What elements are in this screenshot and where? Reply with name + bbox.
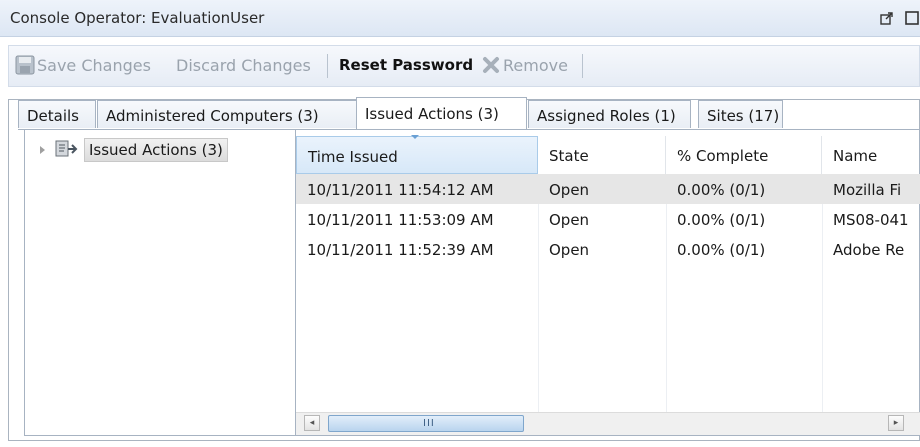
scroll-left-button[interactable]: ◂ (304, 415, 320, 431)
save-icon (15, 55, 35, 75)
scroll-grip-icon: III (423, 418, 435, 429)
tab-issued-actions[interactable]: Issued Actions (3) (356, 97, 527, 129)
maximize-icon[interactable] (904, 10, 920, 26)
tab-assigned-roles[interactable]: Assigned Roles (1) (528, 100, 691, 128)
cell-percent-complete: 0.00% (0/1) (677, 241, 766, 259)
toolbar-separator (327, 54, 328, 78)
table-row[interactable]: 10/11/2011 11:52:39 AM Open 0.00% (0/1) … (296, 234, 920, 264)
cell-name: Adobe Re (833, 241, 905, 259)
tree-pane: Issued Actions (3) (24, 130, 294, 436)
column-header-label: % Complete (677, 147, 769, 165)
expand-arrow-icon[interactable] (40, 146, 45, 154)
cell-percent-complete: 0.00% (0/1) (677, 211, 766, 229)
column-header-label: Name (833, 147, 878, 165)
table-row[interactable]: 10/11/2011 11:53:09 AM Open 0.00% (0/1) … (296, 204, 920, 234)
undock-icon[interactable] (880, 11, 894, 25)
cell-name: MS08-041 (833, 211, 909, 229)
window-title: Console Operator: EvaluationUser (10, 9, 265, 27)
tree-item-issued-actions[interactable]: Issued Actions (3) (84, 138, 228, 162)
tab-sites[interactable]: Sites (17) (698, 100, 783, 128)
table-row[interactable]: 10/11/2011 11:54:12 AM Open 0.00% (0/1) … (296, 174, 920, 204)
remove-icon (483, 57, 499, 73)
actions-grid: Time Issued State % Complete Name 10/11/… (296, 130, 920, 436)
column-header-state[interactable]: State (538, 136, 666, 174)
column-header-label: State (549, 147, 589, 165)
cell-time-issued: 10/11/2011 11:53:09 AM (307, 211, 494, 229)
cell-state: Open (549, 241, 590, 259)
issued-actions-icon (55, 140, 78, 157)
cell-time-issued: 10/11/2011 11:52:39 AM (307, 241, 494, 259)
tab-details[interactable]: Details (18, 100, 96, 128)
cell-state: Open (549, 211, 590, 229)
discard-changes-button[interactable]: Discard Changes (176, 56, 311, 75)
column-header-percent-complete[interactable]: % Complete (666, 136, 822, 174)
cell-name: Mozilla Fi (833, 181, 902, 199)
toolbar: Save Changes Discard Changes Reset Passw… (8, 45, 920, 87)
horizontal-scrollbar[interactable]: ◂ III ▸ (296, 412, 920, 435)
remove-button[interactable]: Remove (503, 56, 568, 75)
column-header-label: Time Issued (308, 148, 398, 166)
tab-administered-computers[interactable]: Administered Computers (3) (97, 100, 357, 128)
cell-time-issued: 10/11/2011 11:54:12 AM (307, 181, 494, 199)
cell-percent-complete: 0.00% (0/1) (677, 181, 766, 199)
reset-password-button[interactable]: Reset Password (339, 56, 473, 74)
save-changes-button[interactable]: Save Changes (37, 56, 151, 75)
scroll-thumb[interactable]: III (328, 415, 524, 432)
toolbar-separator (582, 54, 583, 78)
column-header-name[interactable]: Name (822, 136, 920, 174)
sort-arrow-icon (411, 135, 419, 139)
cell-state: Open (549, 181, 590, 199)
scroll-right-button[interactable]: ▸ (888, 415, 904, 431)
title-bar: Console Operator: EvaluationUser (0, 0, 920, 37)
grid-header: Time Issued State % Complete Name (296, 135, 920, 175)
column-header-time-issued[interactable]: Time Issued (296, 135, 538, 174)
